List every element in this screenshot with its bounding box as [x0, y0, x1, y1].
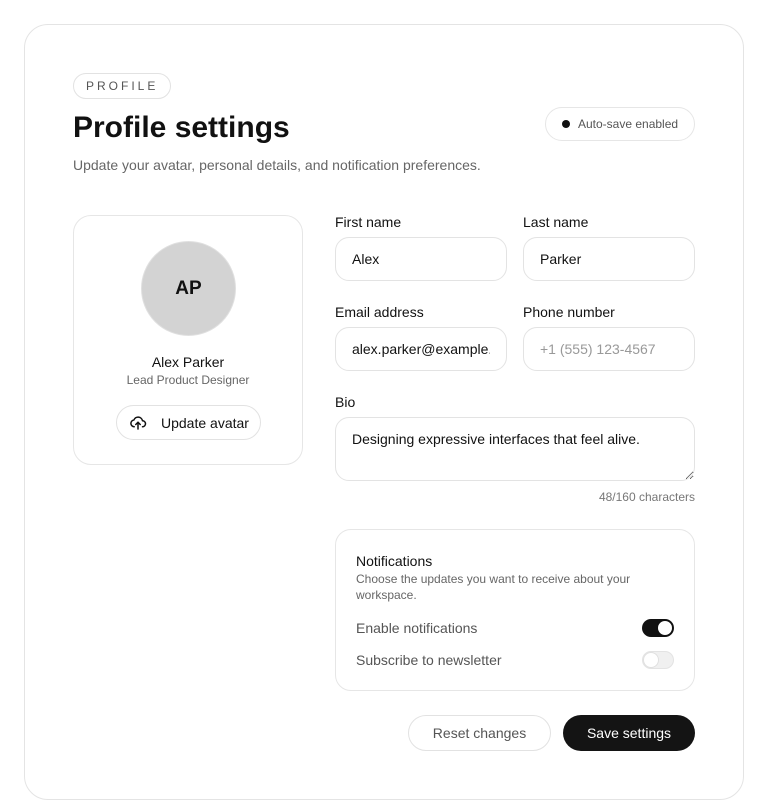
- avatar: AP: [141, 241, 236, 336]
- last-name-label: Last name: [523, 214, 589, 230]
- bio-character-counter: 48/160 characters: [598, 490, 695, 504]
- bio-label: Bio: [335, 394, 356, 410]
- avatar-user-role: Lead Product Designer: [126, 373, 250, 387]
- notifications-description: Choose the updates you want to receive a…: [356, 572, 631, 602]
- autosave-label: Auto-save enabled: [578, 117, 679, 131]
- enable-notifications-toggle[interactable]: [642, 619, 674, 637]
- avatar-card: AP Alex Parker Lead Product Designer Upd…: [73, 215, 303, 465]
- status-dot-icon: [562, 120, 570, 128]
- enable-notifications-row: Enable notifications: [356, 619, 674, 637]
- section-eyebrow: PROFILE: [73, 73, 172, 99]
- first-name-label: First name: [335, 214, 402, 230]
- newsletter-row: Subscribe to newsletter: [356, 651, 674, 669]
- update-avatar-button[interactable]: Update avatar: [116, 405, 261, 440]
- phone-input[interactable]: [523, 327, 695, 371]
- save-settings-button[interactable]: Save settings: [563, 715, 695, 751]
- reset-changes-button[interactable]: Reset changes: [408, 715, 551, 751]
- newsletter-toggle[interactable]: [642, 651, 674, 669]
- email-input[interactable]: [335, 327, 507, 371]
- page-title: Profile settings: [73, 111, 290, 144]
- first-name-input[interactable]: [335, 237, 507, 281]
- avatar-user-name: Alex Parker: [151, 354, 225, 370]
- newsletter-label: Subscribe to newsletter: [356, 652, 502, 668]
- bio-textarea[interactable]: Designing expressive interfaces that fee…: [335, 417, 695, 481]
- page-subtitle: Update your avatar, personal details, an…: [73, 157, 481, 173]
- notifications-title: Notifications: [356, 553, 433, 569]
- enable-notifications-label: Enable notifications: [356, 620, 478, 636]
- last-name-input[interactable]: [523, 237, 695, 281]
- update-avatar-label: Update avatar: [161, 414, 249, 431]
- notifications-panel: Notifications Choose the updates you wan…: [335, 529, 695, 691]
- email-label: Email address: [335, 304, 424, 320]
- upload-cloud-icon: [129, 414, 147, 432]
- phone-label: Phone number: [523, 304, 615, 320]
- autosave-badge: Auto-save enabled: [545, 107, 695, 141]
